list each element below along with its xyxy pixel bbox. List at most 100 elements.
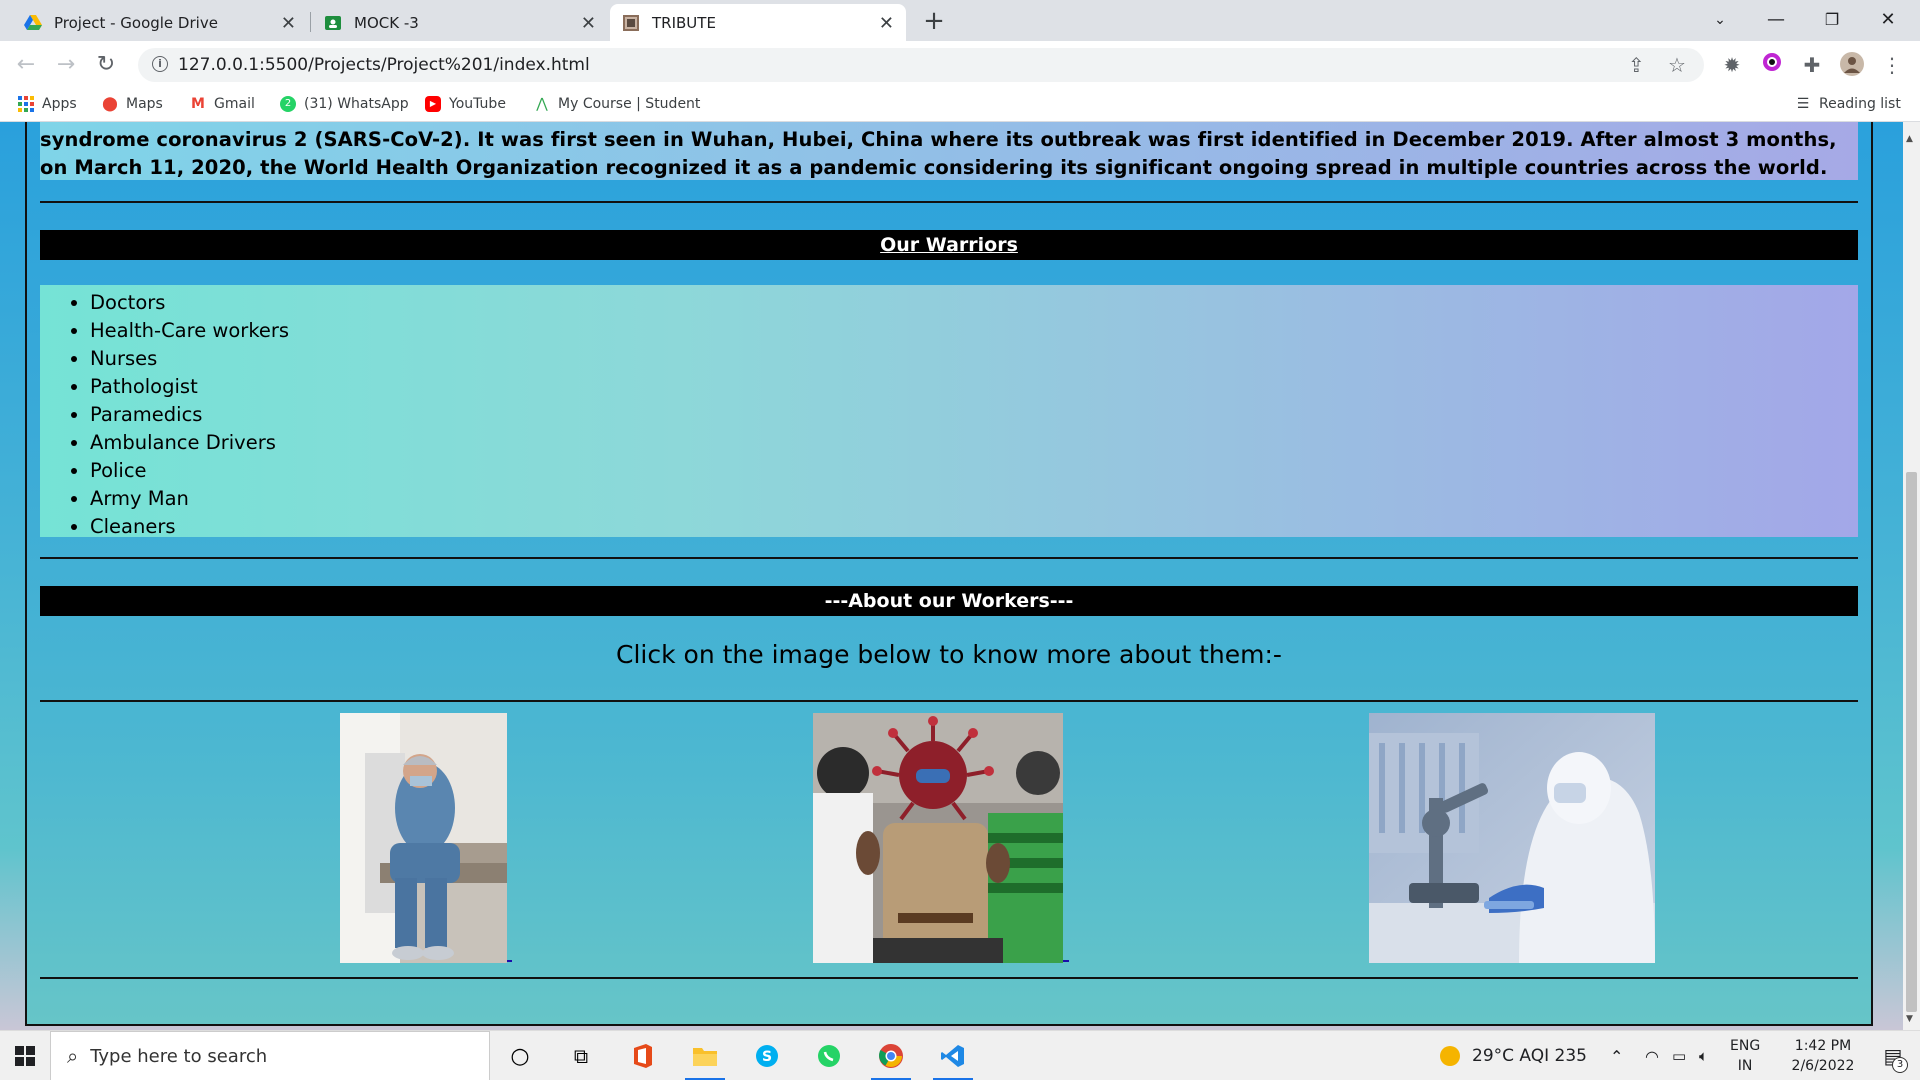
color-picker-extension-icon[interactable]: [1759, 52, 1785, 78]
address-bar[interactable]: i 127.0.0.1:5500/Projects/Project%201/in…: [138, 48, 1704, 82]
language-indicator[interactable]: ENG IN: [1730, 1031, 1760, 1080]
tab-bar: Project - Google Drive ✕ MOCK -3 ✕ TRIBU…: [0, 0, 1920, 41]
lang-bottom: IN: [1737, 1058, 1753, 1074]
police-photo-link[interactable]: [813, 713, 1063, 963]
tab-title: Project - Google Drive: [54, 13, 218, 32]
list-item: Nurses: [90, 345, 1858, 373]
vscode-icon[interactable]: [925, 1031, 981, 1080]
taskbar-search-box[interactable]: ⌕ Type here to search: [50, 1031, 490, 1080]
bookmark-whatsapp[interactable]: 2 (31) WhatsApp: [280, 96, 409, 112]
bookmark-label: (31) WhatsApp: [304, 96, 409, 112]
bookmark-gmail[interactable]: M Gmail: [190, 96, 255, 112]
bookmark-youtube[interactable]: ▶ YouTube: [425, 96, 506, 112]
intro-paragraph: syndrome coronavirus 2 (SARS-CoV-2). It …: [40, 122, 1858, 180]
reading-list-button[interactable]: ☰ Reading list: [1795, 96, 1901, 112]
whatsapp-desktop-icon[interactable]: [801, 1031, 857, 1080]
list-item: Pathologist: [90, 373, 1858, 401]
more-menu-icon[interactable]: ⋮: [1879, 52, 1905, 78]
windows-taskbar: ⌕ Type here to search ○ ⧉ S 29°C AQI 235…: [0, 1030, 1920, 1080]
list-item: Health-Care workers: [90, 317, 1858, 345]
list-item: Police: [90, 457, 1858, 485]
bookmark-star-icon[interactable]: ☆: [1668, 53, 1686, 77]
close-icon[interactable]: ✕: [281, 13, 296, 34]
site-info-icon[interactable]: i: [152, 56, 168, 72]
clock-date: 2/6/2022: [1791, 1058, 1855, 1074]
bookmark-apps[interactable]: Apps: [18, 96, 77, 112]
scrollbar-thumb[interactable]: [1906, 472, 1917, 1012]
workers-heading-text: ---About our Workers---: [824, 590, 1074, 612]
course-icon: ⋀: [536, 96, 548, 112]
doctor-photo-link[interactable]: [340, 713, 507, 963]
divider: [40, 977, 1858, 979]
extensions-puzzle-icon[interactable]: ✚: [1799, 52, 1825, 78]
tab-search-chevron-icon[interactable]: ⌄: [1692, 0, 1748, 41]
bookmark-label: Maps: [126, 96, 163, 112]
divider: [40, 700, 1858, 702]
whatsapp-icon: 2: [280, 96, 296, 112]
profile-avatar[interactable]: [1839, 52, 1865, 78]
back-arrow-icon[interactable]: ←: [10, 49, 42, 81]
reload-icon[interactable]: ↻: [90, 49, 122, 81]
weather-widget[interactable]: 29°C AQI 235: [1440, 1031, 1587, 1080]
chrome-icon[interactable]: [863, 1031, 919, 1080]
intro-text: syndrome coronavirus 2 (SARS-CoV-2). It …: [40, 128, 1837, 179]
cortana-icon[interactable]: ○: [492, 1031, 548, 1080]
bookmark-label: My Course | Student: [558, 96, 701, 112]
warriors-list: Doctors Health-Care workers Nurses Patho…: [40, 285, 1858, 538]
reading-list-icon: ☰: [1796, 96, 1810, 112]
warriors-heading: Our Warriors: [40, 230, 1858, 260]
close-icon[interactable]: ✕: [879, 13, 894, 34]
forward-arrow-icon[interactable]: →: [50, 49, 82, 81]
page-scrollbar[interactable]: ▲ ▼: [1903, 122, 1920, 1030]
scroll-up-arrow-icon[interactable]: ▲: [1906, 134, 1913, 144]
battery-icon[interactable]: ▭: [1672, 1031, 1686, 1080]
url-text[interactable]: 127.0.0.1:5500/Projects/Project%201/inde…: [178, 55, 590, 75]
close-window-button[interactable]: ✕: [1860, 0, 1916, 41]
notification-center-button[interactable]: ▤ 3: [1878, 1031, 1908, 1080]
minimize-button[interactable]: —: [1748, 0, 1804, 41]
google-drive-icon: [24, 14, 42, 32]
file-explorer-icon[interactable]: [677, 1031, 733, 1080]
svg-text:S: S: [762, 1049, 772, 1065]
google-classroom-icon: [324, 14, 342, 32]
share-icon[interactable]: ⇪: [1628, 53, 1645, 77]
tab-tribute[interactable]: TRIBUTE ✕: [610, 4, 906, 41]
divider: [40, 201, 1858, 203]
browser-toolbar: ← → ↻ i 127.0.0.1:5500/Projects/Project%…: [0, 41, 1920, 89]
new-tab-button[interactable]: +: [918, 6, 950, 38]
list-item: Doctors: [90, 289, 1858, 317]
lab-scientist-photo-link[interactable]: [1369, 713, 1655, 963]
tab-separator: [310, 12, 311, 32]
tab-mock-3[interactable]: MOCK -3 ✕: [312, 4, 608, 41]
search-icon: ⌕: [67, 1044, 79, 1068]
tab-title: TRIBUTE: [652, 13, 716, 32]
tab-google-drive[interactable]: Project - Google Drive ✕: [12, 4, 308, 41]
sun-icon: [1440, 1046, 1460, 1066]
search-placeholder: Type here to search: [90, 1045, 268, 1067]
list-item: Paramedics: [90, 401, 1858, 429]
windows-start-icon[interactable]: [0, 1031, 50, 1080]
bookmark-my-course[interactable]: ⋀ My Course | Student: [534, 96, 700, 112]
maps-pin-icon: ⬤: [102, 96, 118, 112]
extension-bug-icon[interactable]: ✹: [1719, 52, 1745, 78]
scroll-down-arrow-icon[interactable]: ▼: [1906, 1014, 1913, 1024]
office-icon[interactable]: [615, 1031, 671, 1080]
click-instruction: Click on the image below to know more ab…: [616, 640, 1282, 669]
bookmarks-bar: Apps ⬤ Maps M Gmail 2 (31) WhatsApp ▶ Yo…: [0, 89, 1920, 122]
list-item: Army Man: [90, 485, 1858, 513]
list-item: Cleaners: [90, 513, 1858, 541]
close-icon[interactable]: ✕: [581, 13, 596, 34]
warriors-heading-text: Our Warriors: [880, 234, 1018, 256]
bookmark-label: YouTube: [449, 96, 506, 112]
restore-button[interactable]: ❐: [1804, 0, 1860, 41]
wifi-icon[interactable]: ◠: [1645, 1031, 1659, 1080]
show-hidden-icons-chevron-icon[interactable]: ⌃: [1610, 1031, 1623, 1080]
clock[interactable]: 1:42 PM 2/6/2022: [1780, 1031, 1866, 1080]
task-view-icon[interactable]: ⧉: [553, 1031, 609, 1080]
skype-icon[interactable]: S: [739, 1031, 795, 1080]
tab-title: MOCK -3: [354, 13, 419, 32]
volume-icon[interactable]: 🔈︎: [1699, 1031, 1708, 1080]
link-underline: [1063, 960, 1069, 962]
reading-list-label: Reading list: [1819, 96, 1901, 112]
bookmark-maps[interactable]: ⬤ Maps: [102, 96, 163, 112]
